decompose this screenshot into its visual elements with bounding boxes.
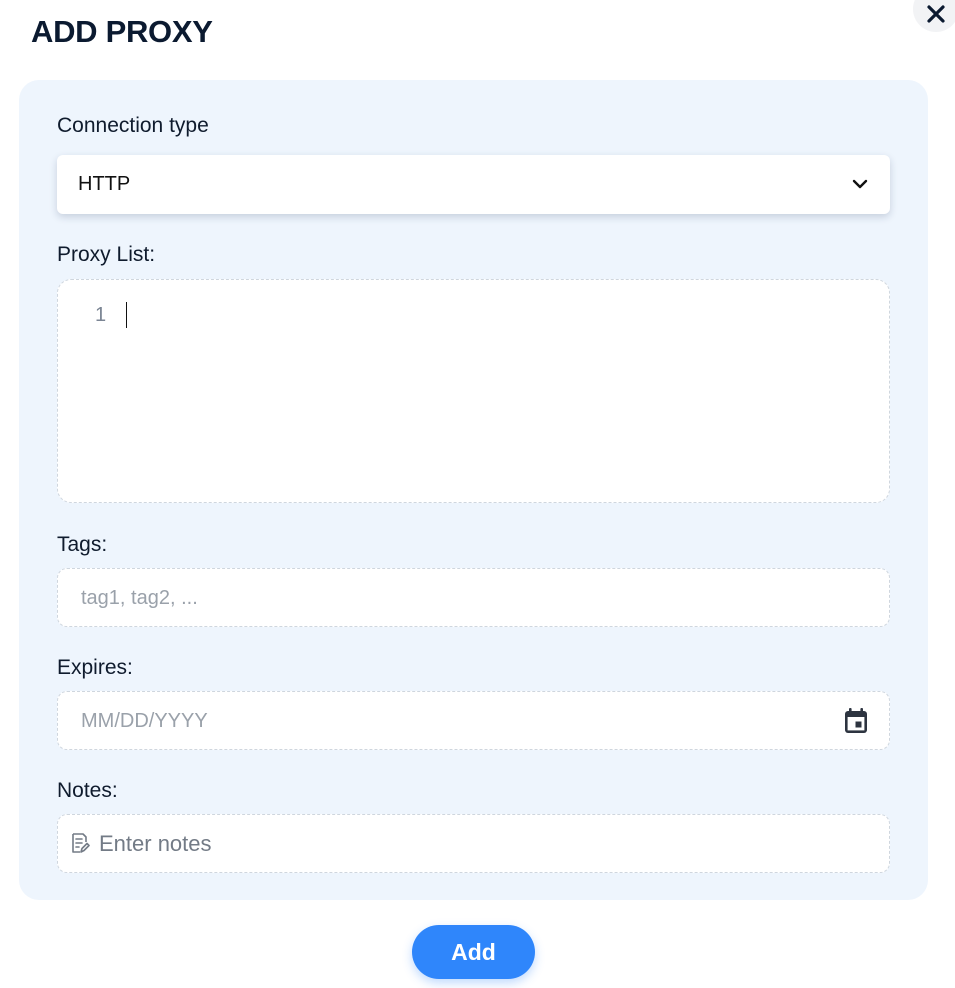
form-panel: Connection type HTTP Proxy List: 1 Tags:… — [19, 80, 928, 900]
connection-type-select[interactable]: HTTP — [57, 155, 890, 214]
expires-placeholder: MM/DD/YYYY — [81, 710, 208, 732]
add-button[interactable]: Add — [412, 925, 535, 979]
close-icon — [927, 5, 945, 23]
calendar-icon[interactable] — [843, 707, 869, 735]
close-button[interactable] — [913, 0, 955, 32]
line-number: 1 — [95, 304, 107, 326]
tags-input[interactable]: tag1, tag2, ... — [57, 568, 890, 627]
expires-date-input[interactable]: MM/DD/YYYY — [57, 691, 890, 750]
dialog-title: ADD PROXY — [31, 14, 213, 49]
connection-type-label: Connection type — [57, 114, 209, 137]
notes-placeholder: Enter notes — [99, 831, 212, 856]
tags-placeholder: tag1, tag2, ... — [81, 587, 198, 609]
add-proxy-dialog: ADD PROXY Connection type HTTP Proxy Lis… — [0, 0, 955, 988]
notes-edit-icon — [72, 833, 90, 853]
text-cursor — [126, 302, 127, 328]
expires-label: Expires: — [57, 656, 133, 679]
proxy-list-editor[interactable]: 1 — [57, 279, 890, 503]
chevron-down-icon — [852, 179, 868, 189]
notes-label: Notes: — [57, 779, 118, 802]
notes-input[interactable]: Enter notes — [57, 814, 890, 873]
tags-label: Tags: — [57, 533, 108, 556]
proxy-list-label: Proxy List: — [57, 243, 156, 266]
connection-type-value: HTTP — [78, 173, 131, 195]
